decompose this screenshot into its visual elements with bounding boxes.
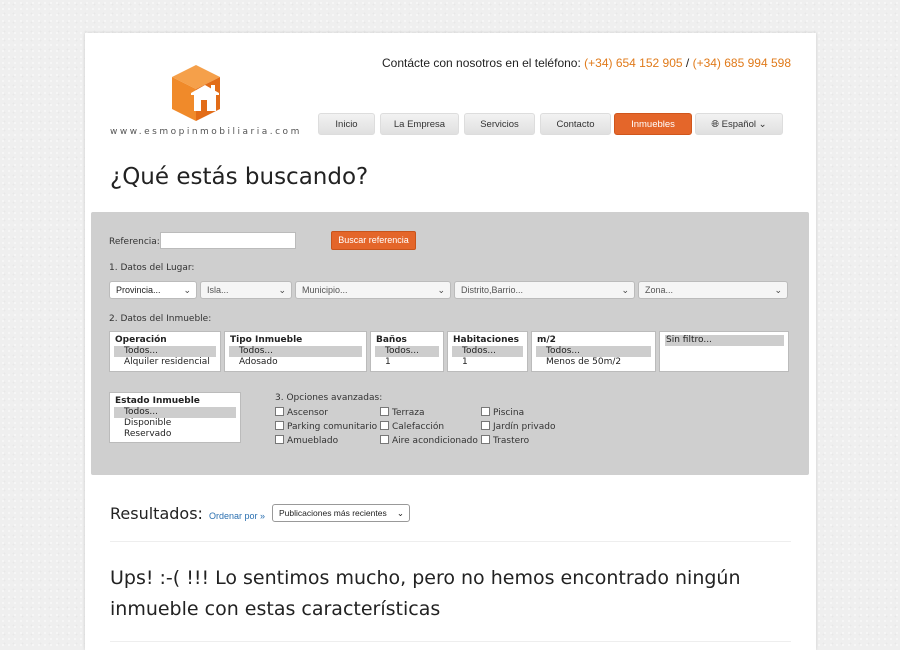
divider [110, 541, 791, 542]
search-panel: Referencia: Buscar referencia 1. Datos d… [91, 212, 809, 475]
no-results-message: Ups! :-( !!! Lo sentimos mucho, pero no … [110, 567, 741, 620]
language-selector[interactable]: 🌐︎ Español ⌄ [695, 113, 783, 135]
operacion-listbox[interactable]: Operación Todos... Alquiler residencial [109, 331, 221, 372]
logo-text: www.esmopinmobiliaria.com [110, 127, 302, 137]
zona-select[interactable]: Zona... ⌄ [638, 281, 788, 299]
aire-checkbox[interactable]: Aire acondicionado [380, 435, 478, 446]
nav-inicio[interactable]: Inicio [318, 113, 375, 135]
order-by-link[interactable]: Ordenar por » [209, 511, 265, 521]
phone-separator: / [682, 56, 693, 70]
chevron-down-icon: ⌄ [758, 119, 767, 130]
phone-link-1[interactable]: (+34) 654 152 905 [584, 56, 682, 70]
results-label: Resultados: [110, 504, 203, 523]
section-inmueble-label: 2. Datos del Inmueble: [109, 314, 212, 324]
m2-listbox[interactable]: m/2 Todos... Menos de 50m/2 [531, 331, 656, 372]
contact-line: Contácte con nosotros en el teléfono: (+… [382, 56, 791, 70]
order-select[interactable]: Publicaciones más recientes ⌄ [272, 504, 410, 522]
nav-inmuebles[interactable]: Inmuebles [614, 113, 692, 135]
habitaciones-listbox[interactable]: Habitaciones Todos... 1 [447, 331, 528, 372]
buscar-referencia-button[interactable]: Buscar referencia [331, 231, 416, 250]
trastero-checkbox[interactable]: Trastero [481, 435, 529, 446]
phone-link-2[interactable]: (+34) 685 994 598 [693, 56, 791, 70]
nav-servicios[interactable]: Servicios [464, 113, 535, 135]
chevron-down-icon: ⌄ [437, 285, 445, 295]
chevron-down-icon: ⌄ [396, 508, 404, 518]
calefaccion-checkbox[interactable]: Calefacción [380, 421, 444, 432]
provincia-select[interactable]: Provincia... ⌄ [109, 281, 197, 299]
piscina-checkbox[interactable]: Piscina [481, 407, 524, 418]
terraza-checkbox[interactable]: Terraza [380, 407, 425, 418]
contact-text: Contácte con nosotros en el teléfono: [382, 56, 585, 70]
jardin-checkbox[interactable]: Jardín privado [481, 421, 555, 432]
page-title: ¿Qué estás buscando? [110, 164, 369, 190]
chevron-down-icon: ⌄ [183, 285, 191, 295]
municipio-select[interactable]: Municipio... ⌄ [295, 281, 451, 299]
isla-select[interactable]: Isla... ⌄ [200, 281, 292, 299]
divider [110, 641, 791, 642]
chevron-down-icon: ⌄ [774, 285, 782, 295]
section-lugar-label: 1. Datos del Lugar: [109, 263, 195, 273]
distrito-select[interactable]: Distrito,Barrio... ⌄ [454, 281, 635, 299]
language-label: Español [721, 119, 756, 130]
chevron-down-icon: ⌄ [621, 285, 629, 295]
house-cube-logo-icon [172, 65, 220, 121]
precio-listbox[interactable]: Sin filtro... [659, 331, 789, 372]
parking-checkbox[interactable]: Parking comunitario [275, 421, 377, 432]
nav-contacto[interactable]: Contacto [540, 113, 611, 135]
banos-listbox[interactable]: Baños Todos... 1 [370, 331, 444, 372]
tipo-inmueble-listbox[interactable]: Tipo Inmueble Todos... Adosado [224, 331, 367, 372]
referencia-label: Referencia: [109, 237, 160, 247]
estado-inmueble-listbox[interactable]: Estado Inmueble Todos... Disponible Rese… [109, 392, 241, 443]
nav-la-empresa[interactable]: La Empresa [380, 113, 459, 135]
ascensor-checkbox[interactable]: Ascensor [275, 407, 328, 418]
section-avanzadas-label: 3. Opciones avanzadas: [275, 393, 383, 403]
chevron-down-icon: ⌄ [278, 285, 286, 295]
logo[interactable]: www.esmopinmobiliaria.com [110, 63, 299, 138]
referencia-input[interactable] [160, 232, 296, 249]
amueblado-checkbox[interactable]: Amueblado [275, 435, 338, 446]
page-container: Contácte con nosotros en el teléfono: (+… [85, 33, 816, 650]
globe-icon: 🌐︎ [711, 119, 719, 130]
